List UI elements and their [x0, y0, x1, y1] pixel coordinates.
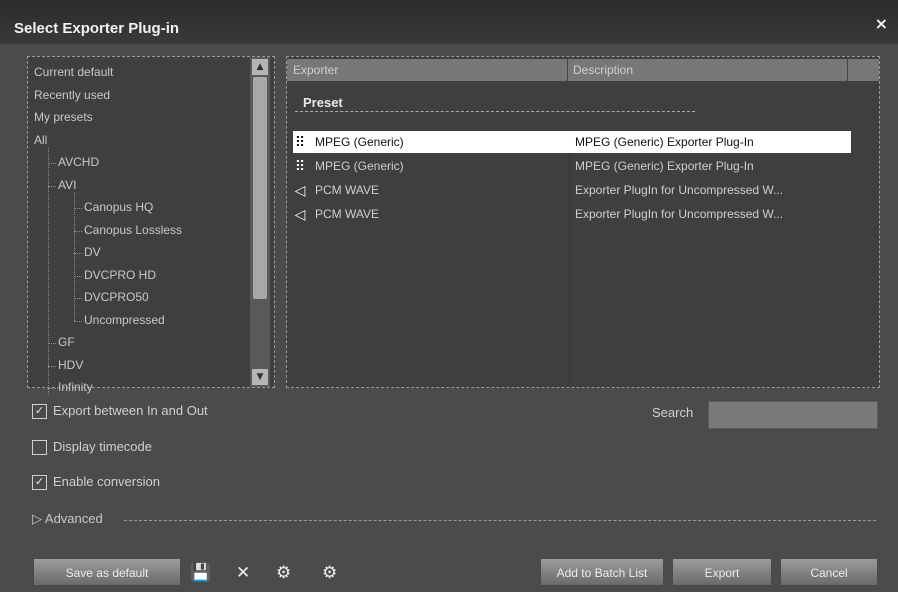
dialog-title: Select Exporter Plug-in — [14, 20, 180, 37]
tree-connector — [74, 320, 82, 322]
tree-connector — [48, 163, 56, 164]
tree-item[interactable]: HDV — [58, 358, 83, 372]
export-button[interactable]: Export — [672, 558, 772, 586]
tree-item[interactable]: Canopus HQ — [84, 200, 153, 214]
export-between-checkbox[interactable]: ✓ Export between In and Out — [32, 403, 208, 420]
tree-item[interactable]: Recently used — [34, 88, 110, 102]
tree-connector — [48, 343, 56, 344]
checkbox-icon[interactable] — [32, 440, 47, 456]
tree-item[interactable]: AVCHD — [58, 155, 99, 169]
tree-item[interactable]: DVCPRO50 — [84, 290, 149, 304]
tree-item[interactable]: Infinity — [58, 380, 93, 394]
exporter-row[interactable]: ⠿ MPEG (Generic) MPEG (Generic) Exporter P… — [293, 131, 851, 153]
advanced-label: Advanced — [44, 511, 103, 526]
search-label: Search — [652, 405, 694, 420]
tree-connector — [48, 388, 56, 389]
scroll-down-icon[interactable]: ▼ — [252, 369, 268, 385]
exporter-description: MPEG (Generic) Exporter Plug-In — [575, 159, 754, 173]
exporter-name: PCM WAVE — [315, 207, 380, 221]
add-to-batch-list-button[interactable]: Add to Batch List — [540, 558, 664, 586]
checkbox-label: Display timecode — [53, 439, 152, 454]
exporter-name: MPEG (Generic) — [315, 159, 404, 173]
exporter-description: Exporter PlugIn for Uncompressed W... — [575, 207, 784, 221]
export-settings-icon[interactable]: ⚙ — [276, 563, 291, 583]
title-bar: Select Exporter Plug-in × — [0, 0, 898, 44]
tree-connector — [74, 275, 82, 277]
tree-connector — [74, 298, 82, 299]
tree-scrollbar[interactable]: ▲ ▼ — [250, 57, 270, 387]
save-as-default-button[interactable]: Save as default — [33, 558, 181, 586]
tree-item[interactable]: My presets — [34, 110, 93, 124]
display-timecode-checkbox[interactable]: Display timecode — [32, 439, 152, 456]
advanced-toggle[interactable]: ▷ Advanced — [32, 511, 103, 527]
group-divider — [295, 111, 695, 112]
close-icon[interactable]: × — [875, 14, 888, 33]
mpeg-icon: ⠿ — [294, 158, 306, 174]
exporter-name: PCM WAVE — [315, 183, 380, 197]
exporter-row[interactable]: ◁ PCM WAVE Exporter PlugIn for Uncompresse… — [293, 203, 851, 225]
exporter-row[interactable]: ◁ PCM WAVE Exporter PlugIn for Uncompresse… — [293, 179, 851, 201]
tree-item[interactable]: Uncompressed — [84, 313, 165, 327]
checkbox-label: Enable conversion — [53, 474, 160, 489]
tree-item[interactable]: Current default — [34, 65, 113, 79]
column-separator — [847, 59, 848, 81]
column-header-exporter[interactable]: Exporter — [293, 63, 338, 77]
cancel-button[interactable]: Cancel — [780, 558, 878, 586]
category-tree: Current default Recently used My presets Al… — [27, 56, 275, 394]
list-header: Exporter Description — [287, 59, 879, 81]
chevron-right-icon[interactable]: ▷ — [32, 511, 42, 526]
checkbox-icon[interactable]: ✓ — [32, 404, 47, 420]
column-header-description[interactable]: Description — [573, 63, 633, 77]
tree-item[interactable]: Canopus Lossless — [84, 223, 182, 237]
advanced-divider — [124, 520, 876, 521]
tree-connector — [74, 230, 82, 232]
search-input[interactable] — [708, 401, 878, 429]
exporter-row[interactable]: ⠿ MPEG (Generic) MPEG (Generic) Exporter P… — [293, 155, 851, 177]
scroll-up-icon[interactable]: ▲ — [252, 59, 268, 75]
tree-item[interactable]: GF — [58, 335, 75, 349]
column-separator — [567, 59, 568, 81]
tree-connector — [74, 208, 82, 209]
tree-item[interactable]: All — [34, 133, 47, 147]
tree-item[interactable]: DVCPRO HD — [84, 268, 156, 282]
audio-wave-icon: ◁ — [294, 206, 306, 222]
import-settings-icon[interactable]: ⚙ — [322, 563, 337, 583]
exporter-dialog: Select Exporter Plug-in × Current defaul… — [0, 0, 898, 592]
exporter-description: MPEG (Generic) Exporter Plug-In — [575, 135, 754, 149]
scroll-thumb[interactable] — [253, 77, 267, 299]
exporter-list: Exporter Description Preset ⠿ MPEG (Gener… — [286, 56, 880, 388]
tree-connector — [48, 365, 56, 367]
checkbox-icon[interactable]: ✓ — [32, 475, 47, 491]
save-icon[interactable]: 💾 — [190, 563, 211, 583]
tree-connector — [74, 191, 75, 321]
exporter-description: Exporter PlugIn for Uncompressed W... — [575, 183, 784, 197]
group-label-preset: Preset — [303, 95, 343, 110]
delete-icon[interactable]: ✕ — [236, 563, 250, 583]
enable-conversion-checkbox[interactable]: ✓ Enable conversion — [32, 474, 160, 491]
audio-wave-icon: ◁ — [294, 182, 306, 198]
tree-item[interactable]: DV — [84, 245, 101, 259]
tree-connector — [48, 146, 49, 394]
checkbox-label: Export between In and Out — [53, 403, 208, 418]
mpeg-icon: ⠿ — [294, 134, 306, 150]
tree-connector — [48, 185, 56, 187]
exporter-name: MPEG (Generic) — [315, 135, 404, 149]
tree-item[interactable]: AVI — [58, 178, 76, 192]
tree-connector — [74, 253, 82, 254]
